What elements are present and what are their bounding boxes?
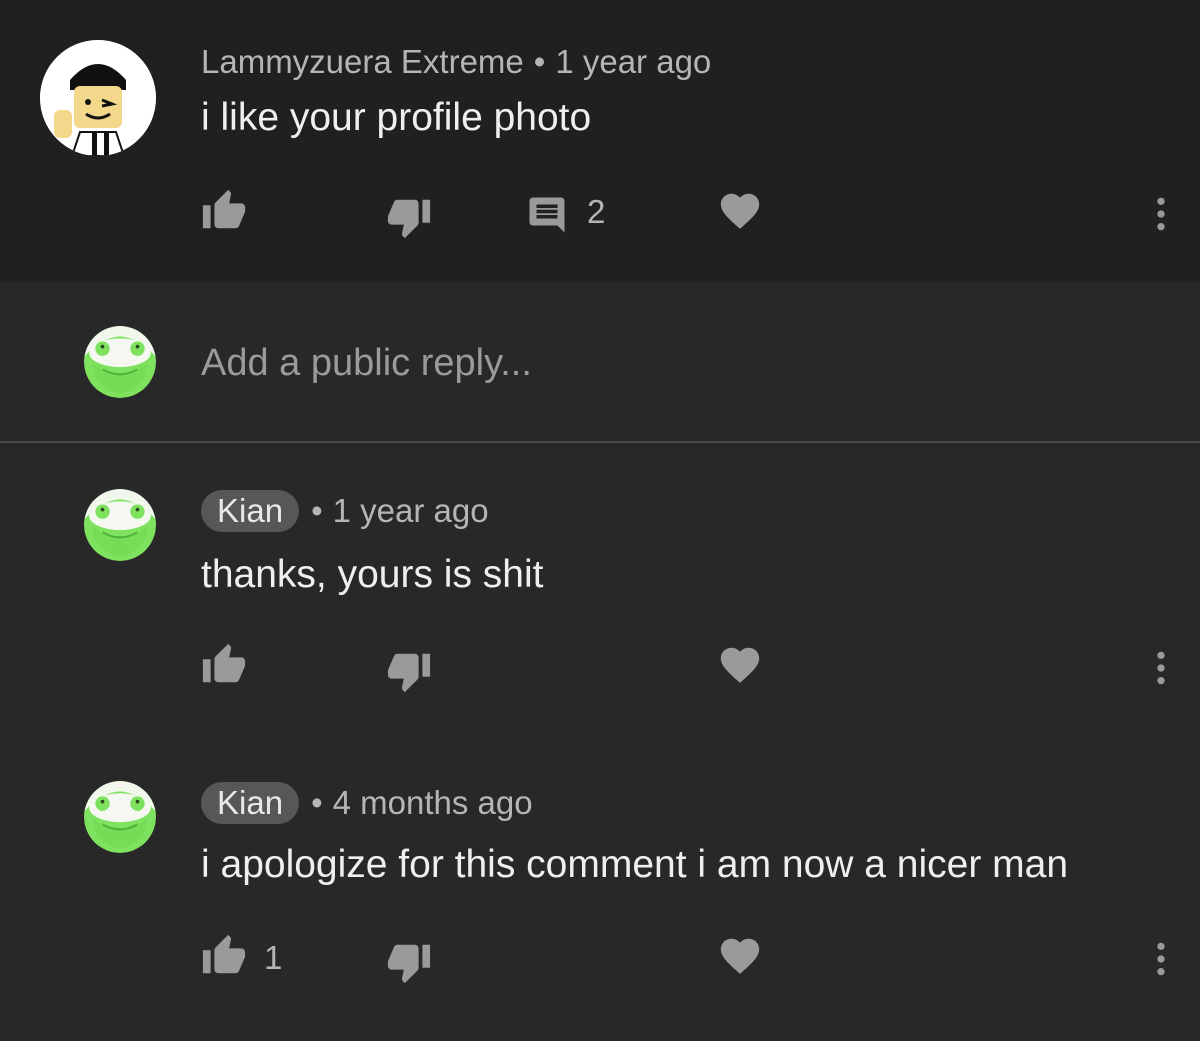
reply-item: Kian • 1 year ago thanks, yours is shit	[0, 443, 1200, 723]
reply-meta: Kian • 4 months ago	[201, 781, 533, 825]
thumb-down-icon[interactable]	[386, 648, 432, 694]
top-comment: Lammyzuera Extreme • 1 year ago i like y…	[0, 0, 1200, 282]
meta-separator: •	[533, 43, 546, 80]
reply-timestamp[interactable]: 1 year ago	[333, 492, 489, 530]
author-name[interactable]: Lammyzuera Extreme	[201, 43, 524, 81]
thumb-up-icon[interactable]	[201, 642, 247, 688]
reply-meta: Kian • 1 year ago	[201, 489, 489, 533]
lammyzuera-avatar[interactable]	[40, 40, 156, 156]
more-vert-icon[interactable]	[1142, 937, 1180, 981]
top-comment-meta: Lammyzuera Extreme • 1 year ago	[201, 40, 711, 84]
more-vert-icon[interactable]	[1142, 646, 1180, 690]
kian-avatar[interactable]	[84, 489, 156, 561]
thumb-up-icon[interactable]	[201, 188, 247, 234]
reply-timestamp[interactable]: 4 months ago	[333, 784, 533, 822]
reply-item: Kian • 4 months ago i apologize for this…	[0, 735, 1200, 1035]
thumb-down-icon[interactable]	[386, 939, 432, 985]
comment-icon[interactable]	[526, 194, 568, 236]
reply-box[interactable]: Add a public reply...	[0, 282, 1200, 443]
heart-icon[interactable]	[717, 933, 763, 979]
reply-text: thanks, yours is shit	[201, 553, 544, 596]
kian-avatar[interactable]	[84, 781, 156, 853]
thumb-up-icon[interactable]	[201, 933, 247, 979]
comment-text: i like your profile photo	[201, 96, 592, 139]
own-avatar	[84, 326, 156, 398]
meta-separator: •	[311, 492, 323, 529]
meta-separator: •	[311, 784, 323, 821]
thumb-down-icon[interactable]	[386, 194, 432, 240]
heart-icon[interactable]	[717, 642, 763, 688]
heart-icon[interactable]	[717, 188, 763, 234]
comment-timestamp[interactable]: 1 year ago	[555, 43, 711, 81]
reply-input[interactable]: Add a public reply...	[201, 342, 532, 385]
like-count: 1	[264, 939, 283, 976]
author-chip[interactable]: Kian	[201, 782, 300, 824]
reply-count: 2	[587, 193, 606, 230]
more-vert-icon[interactable]	[1142, 192, 1180, 236]
reply-text: i apologize for this comment i am now a …	[201, 843, 1069, 886]
author-chip[interactable]: Kian	[201, 490, 300, 532]
